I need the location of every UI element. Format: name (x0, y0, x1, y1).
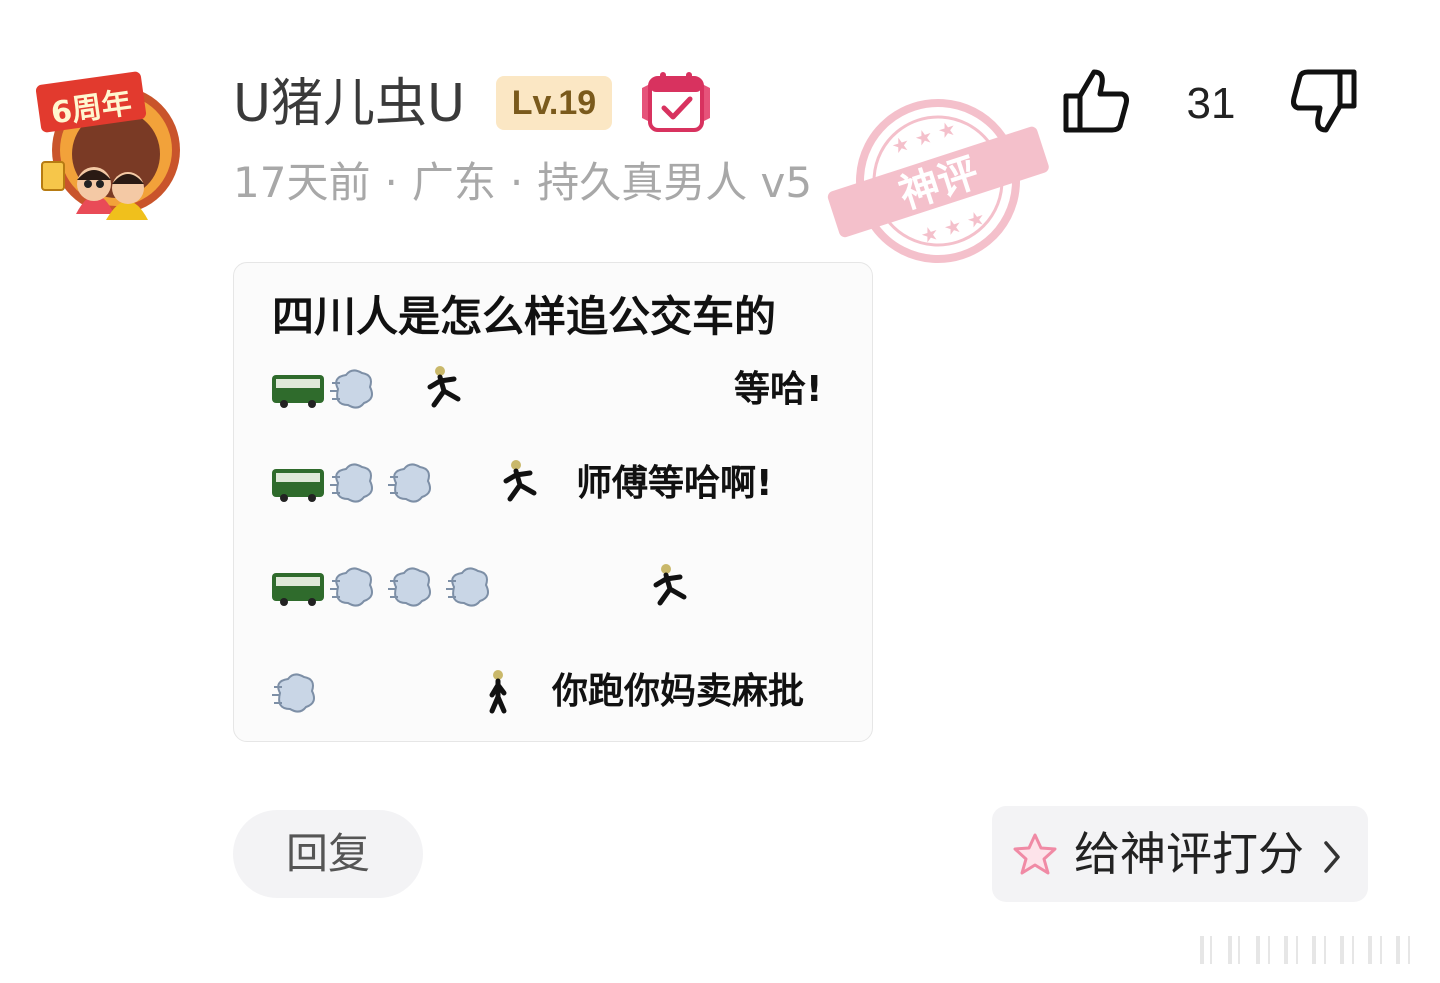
meta-separator: · (509, 158, 524, 207)
thumbs-up-icon (1063, 69, 1129, 133)
username[interactable]: U猪儿虫U (233, 72, 465, 136)
reply-button[interactable]: 回复 (233, 810, 423, 898)
rate-label: 给神评打分 (1074, 827, 1304, 881)
like-count: 31 (1186, 79, 1236, 128)
dust-cloud-icon (446, 567, 489, 607)
meta-separator: · (384, 158, 398, 207)
bus-icon (272, 375, 324, 408)
god-comment-stamp: 神评 ★ ★ ★ ★ ★ ★ (818, 86, 1058, 276)
meme-row (234, 557, 872, 627)
post-time: 17天前 (233, 158, 371, 207)
dust-cloud-icon (330, 463, 373, 503)
meme-row: 等哈! (234, 359, 872, 429)
post-meta: 17天前 · 广东 · 持久真男人 v5 (233, 154, 812, 212)
dust-cloud-icon (272, 673, 315, 713)
meme-row: 你跑你妈卖麻批 (234, 661, 872, 731)
star-icon (1013, 833, 1057, 875)
thumbs-down-icon (1291, 69, 1357, 133)
like-button[interactable] (1062, 66, 1132, 136)
meme-row: 师傅等哈啊! (234, 453, 872, 523)
dislike-button[interactable] (1288, 66, 1358, 136)
user-title: 持久真男人 v5 (537, 158, 813, 207)
svg-text:★ ★ ★: ★ ★ ★ (888, 116, 959, 159)
level-badge: Lv.19 (496, 76, 612, 130)
image-title: 四川人是怎么样追公交车的 (272, 292, 777, 341)
walking-person-icon (489, 670, 507, 714)
dust-cloud-icon (388, 567, 431, 607)
running-person-icon (427, 366, 461, 408)
dust-cloud-icon (330, 369, 373, 409)
post-image[interactable]: 四川人是怎么样追公交车的 等哈! 师傅等哈啊! 你跑你妈卖麻批 (233, 262, 873, 742)
home-indicator (1198, 932, 1428, 968)
meme-row-text: 等哈! (734, 369, 823, 410)
dust-cloud-icon (330, 567, 373, 607)
post-location: 广东 (411, 158, 496, 207)
bus-icon (272, 469, 324, 502)
meme-row-text: 师傅等哈啊! (576, 463, 773, 504)
running-person-icon (653, 564, 687, 606)
bus-icon (272, 573, 324, 606)
running-person-icon (503, 460, 537, 502)
calendar-check-icon (638, 68, 714, 136)
meme-row-text: 你跑你妈卖麻批 (552, 671, 805, 712)
dust-cloud-icon (388, 463, 431, 503)
rate-god-comment-button[interactable]: 给神评打分 (992, 806, 1368, 902)
chevron-right-icon (1324, 841, 1340, 873)
avatar[interactable]: 6周年 (35, 64, 186, 224)
